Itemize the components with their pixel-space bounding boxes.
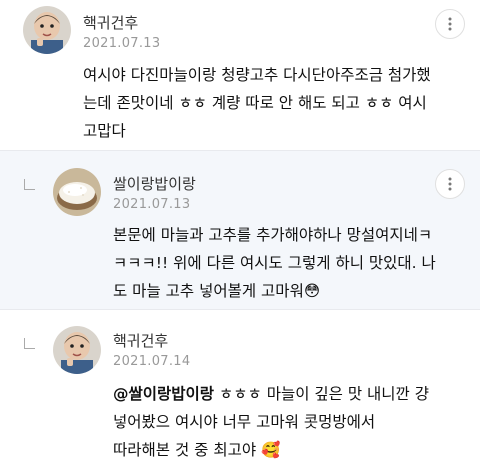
reply-arrow-icon <box>24 338 35 349</box>
comment-text: ㅎㅎㅎ 마늘이 깊은 맛 내니깐 걍 <box>214 385 430 403</box>
comment-body: 본문에 마늘과 고추를 추가해야하나 망설여지네ㅋ ㅋㅋㅋ!! 위에 다른 여시… <box>113 221 436 305</box>
comment-line: 따라해본 것 중 최고야 🥰 <box>113 441 281 459</box>
comment-author[interactable]: 핵귀건후 <box>83 12 138 33</box>
avatar[interactable] <box>23 6 71 54</box>
comment-date: 2021.07.14 <box>113 354 191 369</box>
more-options-button[interactable] <box>435 9 465 39</box>
baby-avatar-icon <box>53 326 101 374</box>
comment-line: 도 마늘 고추 넣어볼게 고마워😳 <box>113 282 320 300</box>
more-vertical-icon <box>448 177 452 191</box>
comment-line: 여시야 다진마늘이랑 청량고추 다시단아주조금 첨가했 <box>83 66 431 84</box>
avatar[interactable] <box>53 168 101 216</box>
comment-date: 2021.07.13 <box>83 36 161 51</box>
avatar[interactable] <box>53 326 101 374</box>
comment-line: ㅋㅋㅋ!! 위에 다른 여시도 그렇게 하니 맛있대. 나 <box>113 254 436 272</box>
comment-line: 는데 존맛이네 ㅎㅎ 계량 따로 안 해도 되고 ㅎㅎ 여시 <box>83 94 427 112</box>
comment-line: 본문에 마늘과 고추를 추가해야하나 망설여지네ㅋ <box>113 226 433 244</box>
reply-arrow-icon <box>24 179 35 190</box>
more-vertical-icon <box>448 17 452 31</box>
comment-line: @쌀이랑밥이랑 ㅎㅎㅎ 마늘이 깊은 맛 내니깐 걍 <box>113 380 429 408</box>
rice-bowl-avatar-icon <box>53 168 101 216</box>
comment-date: 2021.07.13 <box>113 197 191 212</box>
comment-author[interactable]: 핵귀건후 <box>113 330 168 351</box>
mention-link[interactable]: @쌀이랑밥이랑 <box>113 385 214 403</box>
comment-line: 넣어봤으 여시야 너무 고마워 콧멍방에서 <box>113 413 376 431</box>
reply-item: 핵귀건후 2021.07.14 @쌀이랑밥이랑 ㅎㅎㅎ 마늘이 깊은 맛 내니깐… <box>0 310 480 462</box>
comment-body: @쌀이랑밥이랑 ㅎㅎㅎ 마늘이 깊은 맛 내니깐 걍 넣어봤으 여시야 너무 고… <box>113 380 429 464</box>
comment-item: 핵귀건후 2021.07.13 여시야 다진마늘이랑 청량고추 다시단아주조금 … <box>0 0 480 150</box>
more-options-button[interactable] <box>435 169 465 199</box>
comment-author[interactable]: 쌀이랑밥이랑 <box>113 173 196 194</box>
reply-item: 쌀이랑밥이랑 2021.07.13 본문에 마늘과 고추를 추가해야하나 망설여… <box>0 150 480 310</box>
baby-avatar-icon <box>23 6 71 54</box>
comment-line: 고맙다 <box>83 122 126 140</box>
comment-body: 여시야 다진마늘이랑 청량고추 다시단아주조금 첨가했 는데 존맛이네 ㅎㅎ 계… <box>83 61 431 145</box>
